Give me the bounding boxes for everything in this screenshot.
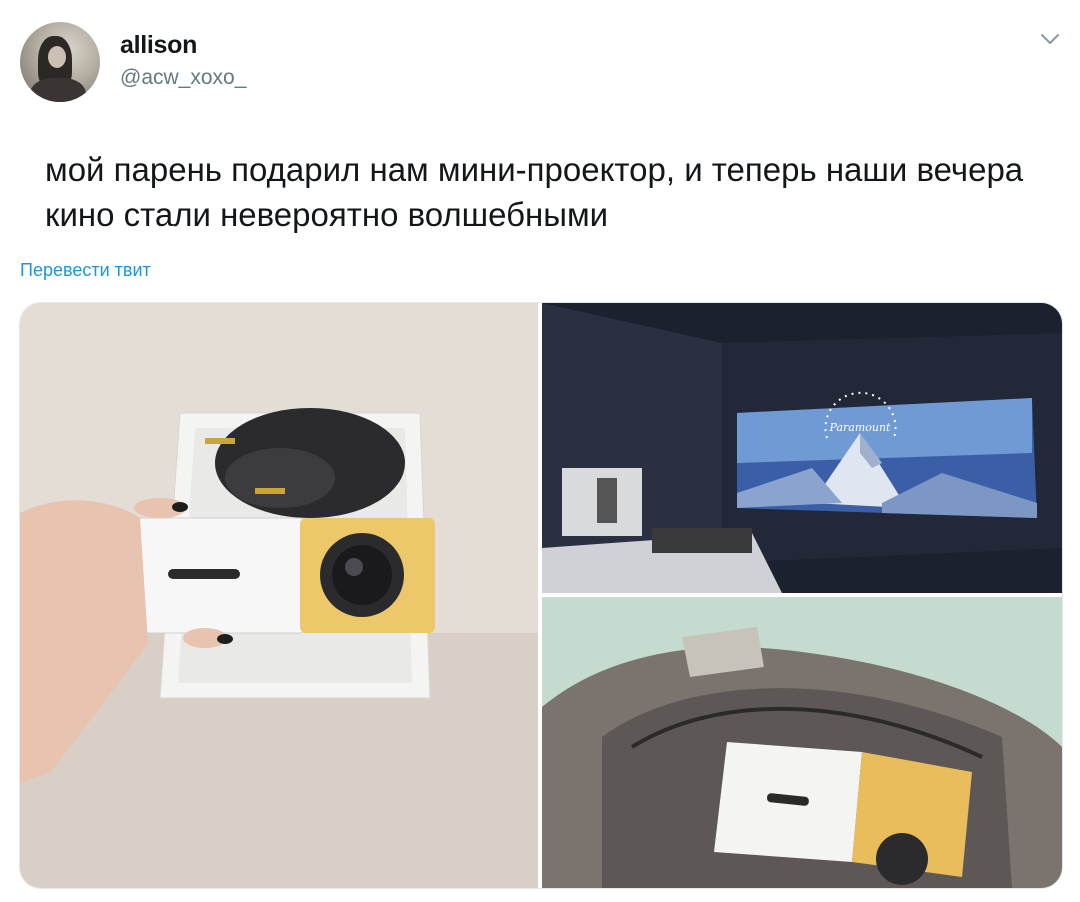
tweet: allison @acw_xoxo_ мой парень подарил на… <box>0 0 1080 902</box>
projector-in-hand-photo[interactable] <box>20 303 538 888</box>
display-name[interactable]: allison <box>120 31 197 60</box>
tweet-text: мой парень подарил нам мини-проектор, и … <box>45 151 1024 233</box>
media-grid: Paramount <box>19 302 1063 889</box>
projector-in-bag-photo[interactable] <box>542 597 1062 888</box>
chevron-down-icon[interactable] <box>1039 32 1061 46</box>
screen-text: Paramount <box>829 421 892 434</box>
translate-tweet-link[interactable]: Перевести твит <box>20 260 151 281</box>
user-handle[interactable]: @acw_xoxo_ <box>120 66 246 90</box>
avatar[interactable] <box>20 22 100 102</box>
projected-movie-photo[interactable]: Paramount <box>542 303 1062 593</box>
